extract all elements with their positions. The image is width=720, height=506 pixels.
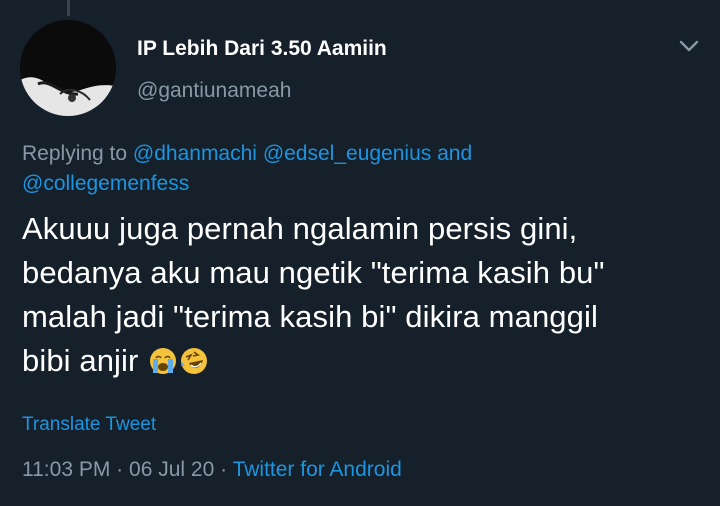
avatar[interactable] (20, 20, 116, 116)
tweet-date: 06 Jul 20 (129, 458, 215, 481)
tweet-metadata: 11:03 PM · 06 Jul 20 · Twitter for Andro… (22, 458, 402, 482)
rolling-on-floor-laughing-icon (179, 344, 209, 374)
tweet-text-line-last: bibi anjir (22, 339, 712, 383)
replying-to: Replying to @dhanmachi @edsel_eugenius a… (22, 139, 682, 199)
mention-link[interactable]: @collegemenfess (22, 172, 189, 195)
chevron-down-icon[interactable] (678, 38, 700, 54)
meta-separator: · (220, 458, 228, 481)
tweet-text-line: bedanya aku mau ngetik "terima kasih bu" (22, 255, 605, 290)
meta-separator: · (116, 458, 124, 481)
tweet-text: Akuuu juga pernah ngalamin persis gini, … (22, 207, 712, 383)
mention-link[interactable]: @dhanmachi (133, 142, 257, 165)
tweet-text-line: malah jadi "terima kasih bi" dikira mang… (22, 299, 598, 334)
thread-connector-line (67, 0, 70, 16)
tweet-time: 11:03 PM (22, 458, 111, 481)
display-name[interactable]: IP Lebih Dari 3.50 Aamiin (137, 37, 387, 61)
tweet-source-link[interactable]: Twitter for Android (233, 458, 402, 481)
mention-link[interactable]: @edsel_eugenius (263, 142, 431, 165)
loudly-crying-face-icon (148, 344, 178, 374)
user-handle[interactable]: @gantiunameah (137, 79, 291, 103)
tweet-text-line: Akuuu juga pernah ngalamin persis gini, (22, 211, 578, 246)
translate-tweet-link[interactable]: Translate Tweet (22, 414, 156, 436)
mention-and-others-link[interactable]: and (437, 142, 472, 165)
tweet-text-line: bibi anjir (22, 343, 139, 378)
replying-to-label: Replying to (22, 142, 128, 165)
